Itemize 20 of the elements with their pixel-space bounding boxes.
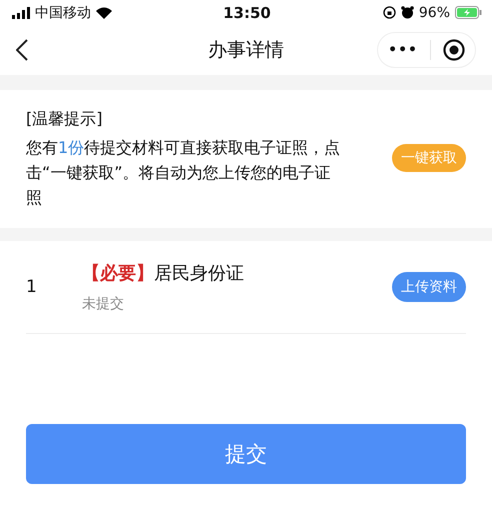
item-number: 1: [26, 277, 38, 297]
notice-text: 您有1份待提交材料可直接获取电子证照，点击“一键获取”。将自动为您上传您的电子证照: [26, 137, 342, 209]
material-status: 未提交: [82, 295, 125, 313]
carrier-name: 中国移动: [35, 4, 91, 22]
fetch-button[interactable]: 一键获取: [392, 144, 466, 172]
page-title: 办事详情: [208, 38, 284, 63]
clock-time: 13:50: [223, 4, 271, 22]
battery-icon: [455, 6, 482, 19]
rotation-lock-icon: [382, 6, 396, 19]
more-button[interactable]: •••: [388, 42, 418, 58]
battery-percent: 96%: [418, 4, 450, 20]
notice-heading: [温馨提示]: [26, 108, 104, 130]
signal-icon: [12, 6, 30, 18]
wifi-icon: [96, 6, 112, 18]
alarm-icon: [400, 6, 414, 19]
close-icon[interactable]: [443, 39, 465, 61]
back-icon[interactable]: [16, 39, 28, 61]
material-title: 【必要】居民身份证: [82, 262, 244, 285]
submit-button[interactable]: 提交: [26, 424, 466, 484]
upload-button[interactable]: 上传资料: [392, 272, 466, 302]
